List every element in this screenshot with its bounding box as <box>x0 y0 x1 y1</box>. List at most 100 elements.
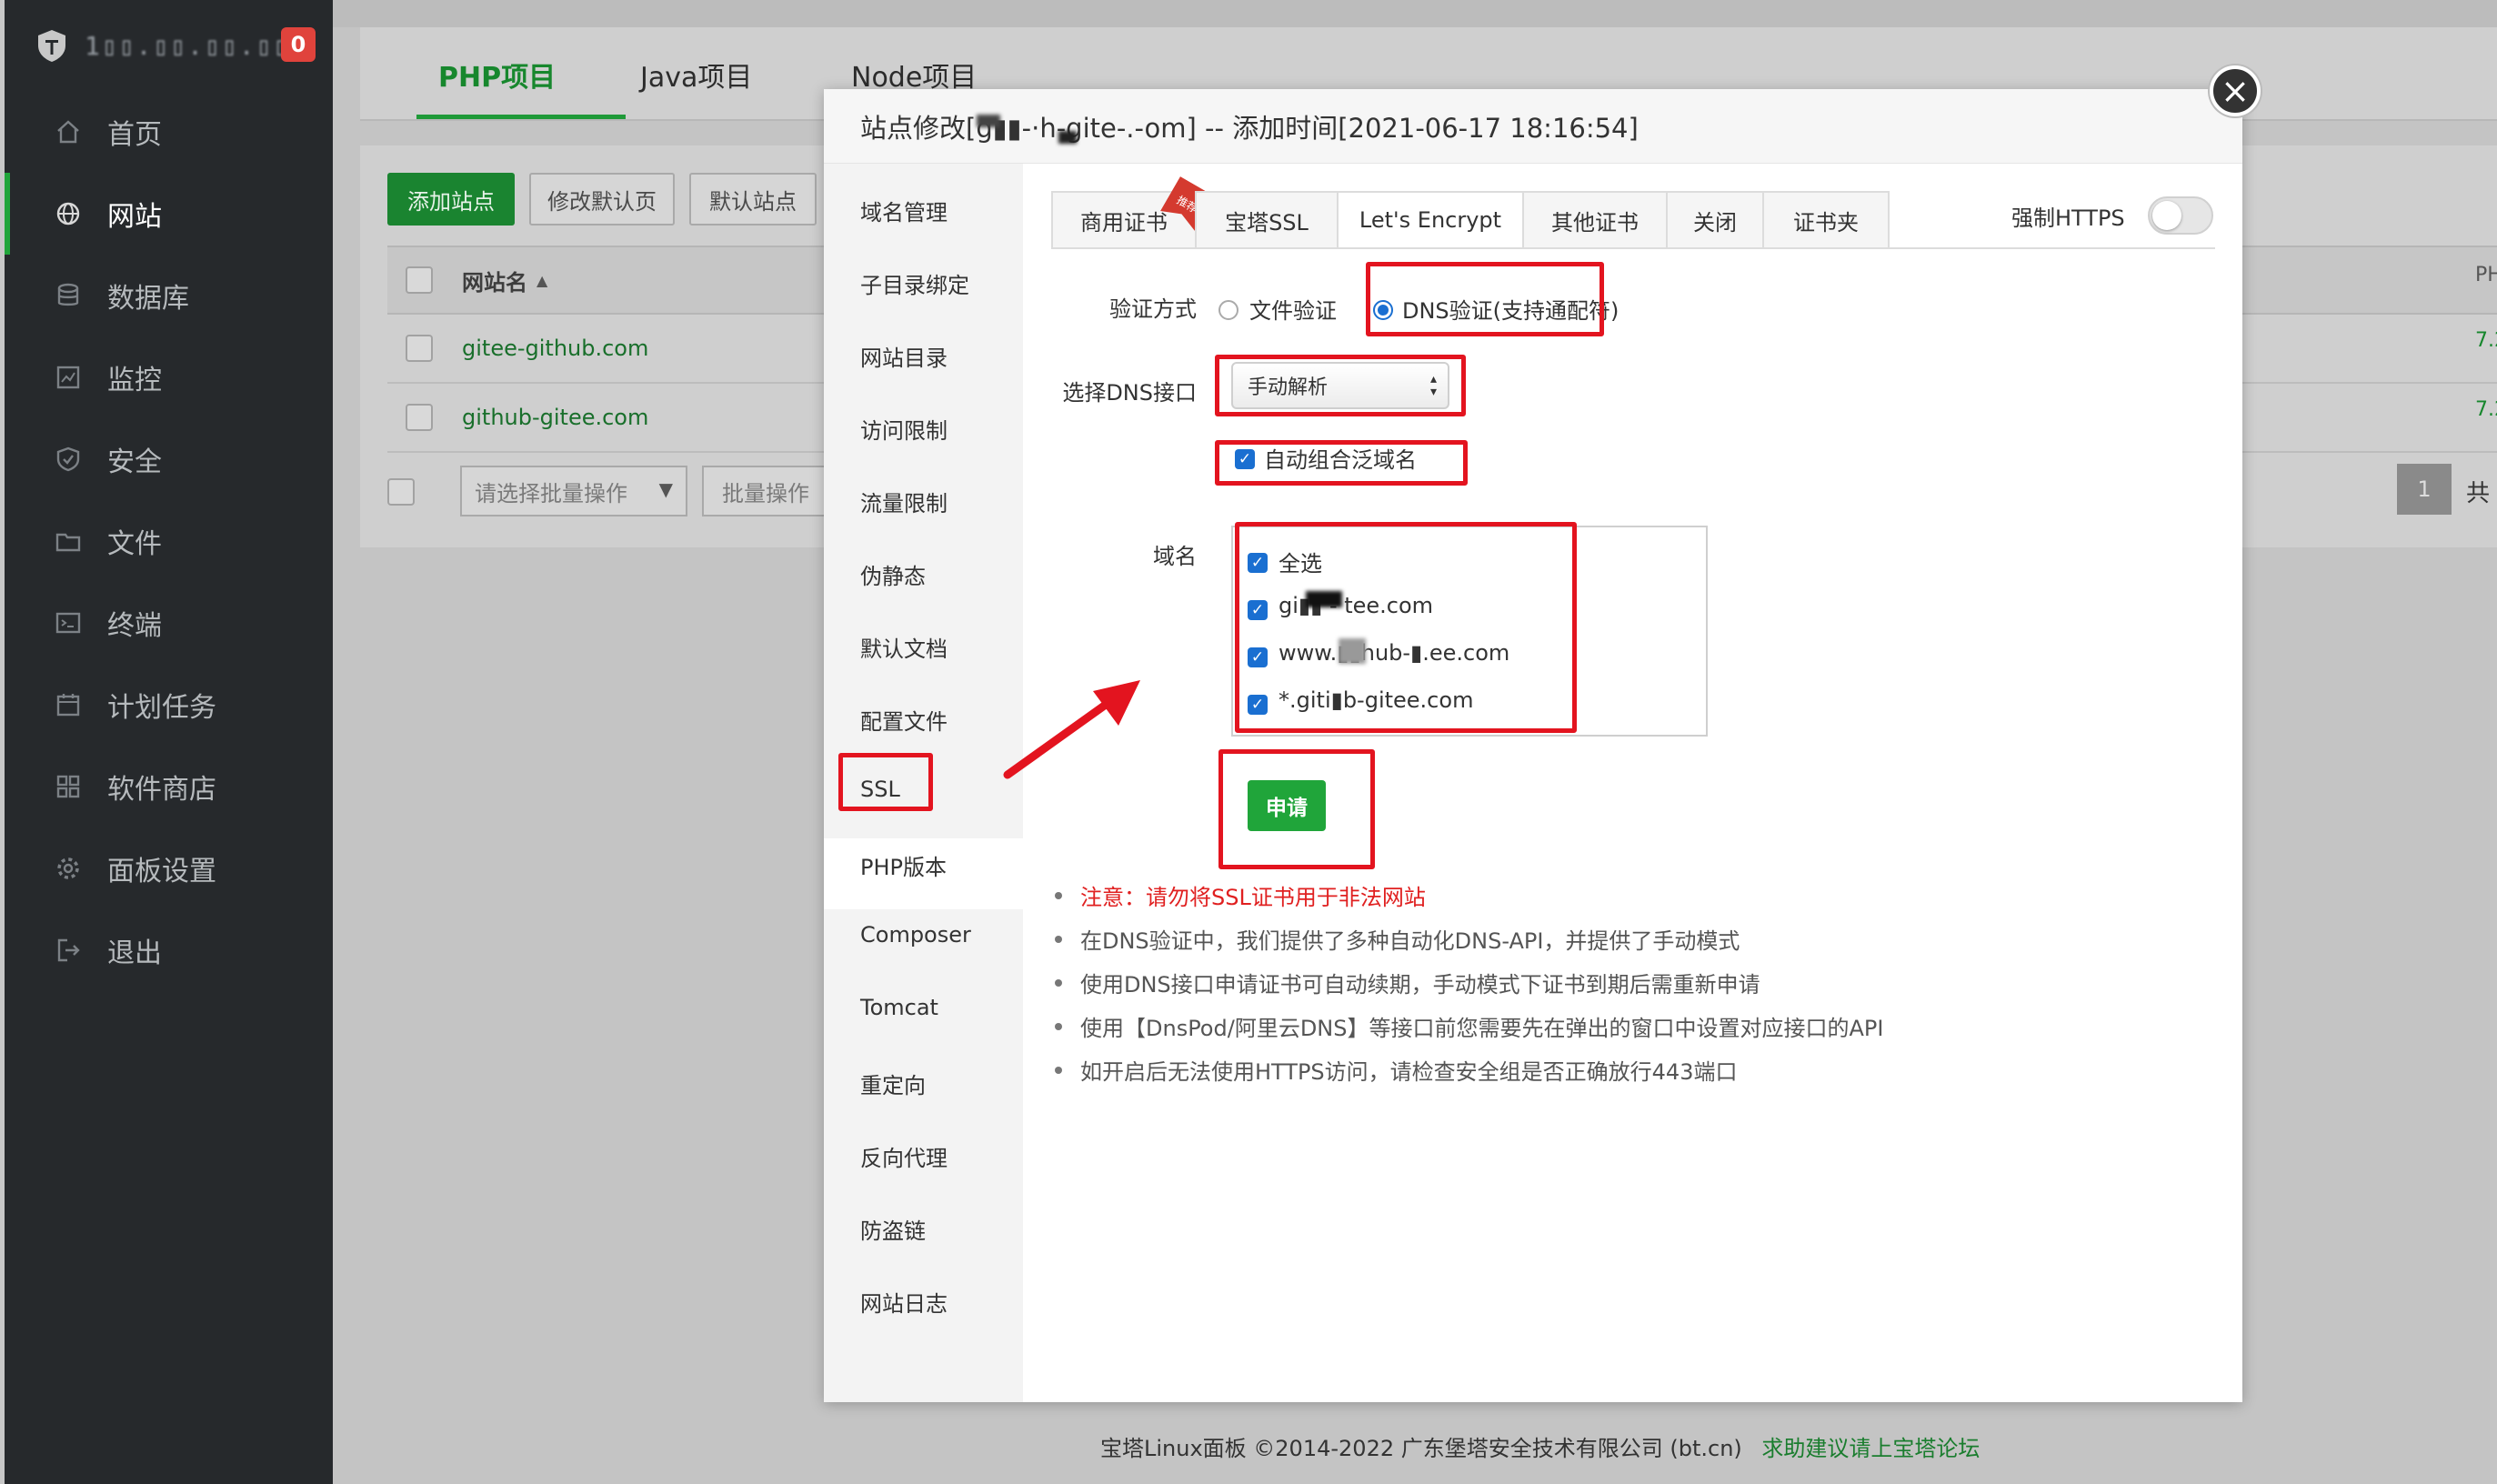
force-https-toggle[interactable] <box>2148 196 2213 235</box>
note-item: 在DNS验证中，我们提供了多种自动化DNS-API，并提供了手动模式 <box>1049 917 2213 960</box>
batch-operation-button[interactable]: 批量操作 <box>702 466 829 516</box>
tab-close-ssl[interactable]: 关闭 <box>1666 191 1762 249</box>
tab-label: 宝塔SSL <box>1225 209 1309 236</box>
batch-operation-select[interactable]: 请选择批量操作 ▼ <box>460 466 687 516</box>
side-item-hotlink-protection[interactable]: 防盗链 <box>860 1213 926 1245</box>
pagination-page-1[interactable]: 1 <box>2397 464 2452 515</box>
side-item-site-logs[interactable]: 网站日志 <box>860 1286 948 1318</box>
sidebar-item-label: 面板设置 <box>107 856 216 887</box>
sort-up-icon: ▲ <box>537 271 548 289</box>
select-all-domains-checkbox[interactable]: ✓ <box>1248 553 1268 573</box>
redaction-mark <box>1306 591 1342 607</box>
sidebar-item-cron[interactable]: 计划任务 <box>5 664 333 746</box>
note-item: 如开启后无法使用HTTPS访问，请检查安全组是否正确放行443端口 <box>1049 1048 2213 1091</box>
tab-bt-ssl[interactable]: 宝塔SSL <box>1195 191 1337 249</box>
sidebar-item-website[interactable]: 网站 <box>5 173 333 255</box>
monitor-icon <box>56 366 80 389</box>
default-site-button[interactable]: 默认站点 <box>689 173 817 226</box>
tab-php-projects[interactable]: PHP项目 <box>438 55 556 95</box>
side-item-access-limit[interactable]: 访问限制 <box>860 413 948 445</box>
sidebar-menu: 首页 网站 数据库 监控 安全 文件 终端 计划任务 软件商店 面板设置 退出 <box>5 91 333 991</box>
side-item-reverse-proxy[interactable]: 反向代理 <box>860 1140 948 1172</box>
dns-interface-label: 选择DNS接口 <box>1062 380 1197 406</box>
home-icon <box>57 120 79 144</box>
batch-checkbox[interactable] <box>387 478 415 506</box>
file-verify-label: 文件验证 <box>1249 298 1337 324</box>
verify-method-label: 验证方式 <box>1109 296 1197 322</box>
domain-checkbox[interactable]: ✓ <box>1248 647 1268 667</box>
grid-icon <box>56 775 80 798</box>
dns-verify-radio[interactable] <box>1373 300 1393 320</box>
wildcard-combine-checkbox[interactable]: ✓ <box>1235 449 1255 469</box>
sidebar-item-monitor[interactable]: 监控 <box>5 336 333 418</box>
close-icon: × <box>2221 71 2250 111</box>
domain-checkbox[interactable]: ✓ <box>1248 600 1268 620</box>
domain-label-item: *.giti▮b-gitee.com <box>1279 687 1474 713</box>
force-https-label: 强制HTTPS <box>2011 206 2125 231</box>
tab-other-cert[interactable]: 其他证书 <box>1522 191 1666 249</box>
side-item-ssl[interactable]: SSL <box>860 777 900 802</box>
globe-icon <box>56 202 80 226</box>
column-header-site-name[interactable]: 网站名 <box>462 265 527 296</box>
server-ip: 1▯▯.▯▯.▯▯.▯▯▯ <box>85 30 308 61</box>
add-site-button[interactable]: 添加站点 <box>387 173 515 226</box>
row-checkbox[interactable] <box>406 335 433 362</box>
forum-link[interactable]: 求助建议请上宝塔论坛 <box>1761 1436 1980 1461</box>
folder-icon <box>55 533 81 552</box>
sidebar-item-logout[interactable]: 退出 <box>5 909 333 991</box>
note-item: 使用DNS接口申请证书可自动续期，手动模式下证书到期后需重新申请 <box>1049 960 2213 1004</box>
sidebar-item-database[interactable]: 数据库 <box>5 255 333 336</box>
dialog-close-button[interactable]: × <box>2210 65 2261 116</box>
side-item-redirect[interactable]: 重定向 <box>860 1068 926 1099</box>
side-item-site-directory[interactable]: 网站目录 <box>860 340 948 372</box>
sidebar-item-label: 软件商店 <box>107 774 216 806</box>
sidebar: 1▯▯.▯▯.▯▯.▯▯▯ 0 首页 网站 数据库 监控 安全 文件 终端 计划… <box>5 0 333 1484</box>
dns-interface-select[interactable]: 手动解析 ▴ ▾ <box>1231 362 1449 409</box>
wildcard-combine-label: 自动组合泛域名 <box>1264 447 1417 473</box>
side-item-rewrite[interactable]: 伪静态 <box>860 558 926 590</box>
php-version-value: 7.2 <box>2475 329 2497 352</box>
side-item-composer[interactable]: Composer <box>860 922 971 948</box>
dialog-side-menu: 域名管理 子目录绑定 网站目录 访问限制 流量限制 伪静态 默认文档 配置文件 … <box>824 164 1023 1402</box>
database-icon <box>57 283 79 306</box>
batch-select-placeholder: 请选择批量操作 <box>475 480 627 506</box>
tab-commercial-cert[interactable]: 商用证书 推荐 <box>1051 191 1195 249</box>
sidebar-item-security[interactable]: 安全 <box>5 418 333 500</box>
select-all-domains-label: 全选 <box>1279 551 1322 577</box>
side-item-config-file[interactable]: 配置文件 <box>860 704 948 736</box>
tab-java-projects[interactable]: Java项目 <box>640 55 752 95</box>
sidebar-item-label: 网站 <box>107 201 162 233</box>
site-link[interactable]: gitee-github.com <box>462 336 648 361</box>
tab-lets-encrypt[interactable]: Let's Encrypt <box>1337 191 1522 249</box>
side-item-default-document[interactable]: 默认文档 <box>860 631 948 663</box>
sidebar-item-home[interactable]: 首页 <box>5 91 333 173</box>
row-checkbox[interactable] <box>406 404 433 431</box>
sidebar-item-store[interactable]: 软件商店 <box>5 746 333 827</box>
gear-icon <box>57 857 79 879</box>
side-item-subdir-binding[interactable]: 子目录绑定 <box>860 267 969 299</box>
note-item: 使用【DnsPod/阿里云DNS】等接口前您需要先在弹出的窗口中设置对应接口的A… <box>1049 1004 2213 1048</box>
tab-cert-folder[interactable]: 证书夹 <box>1762 191 1890 249</box>
modify-default-page-button[interactable]: 修改默认页 <box>529 173 675 226</box>
sidebar-item-terminal[interactable]: 终端 <box>5 582 333 664</box>
domain-checkbox[interactable]: ✓ <box>1248 695 1268 715</box>
sidebar-item-label: 监控 <box>107 365 162 396</box>
select-all-checkbox[interactable] <box>406 266 433 294</box>
apply-cert-button[interactable]: 申请 <box>1248 780 1326 831</box>
file-verify-radio[interactable] <box>1218 300 1238 320</box>
sidebar-item-panel-settings[interactable]: 面板设置 <box>5 827 333 909</box>
tabs-divider <box>1051 247 2215 249</box>
terminal-icon <box>55 612 81 634</box>
side-item-php-version[interactable]: PHP版本 <box>860 849 947 881</box>
side-item-domain-management[interactable]: 域名管理 <box>860 195 948 226</box>
sidebar-item-files[interactable]: 文件 <box>5 500 333 582</box>
pagination-total: 共 <box>2466 480 2491 507</box>
notification-badge[interactable]: 0 <box>281 27 316 62</box>
tab-label: 证书夹 <box>1793 209 1859 236</box>
dialog-title: 站点修改[g▮▮-·h-gite-.-om] -- 添加时间[2021-06-1… <box>824 89 2242 164</box>
site-link[interactable]: github-gitee.com <box>462 405 648 430</box>
redaction-mark <box>1339 638 1366 664</box>
domain-label-item: gi▮▮ - tee.com <box>1279 593 1434 618</box>
side-item-traffic-limit[interactable]: 流量限制 <box>860 486 948 517</box>
side-item-tomcat[interactable]: Tomcat <box>860 995 938 1020</box>
